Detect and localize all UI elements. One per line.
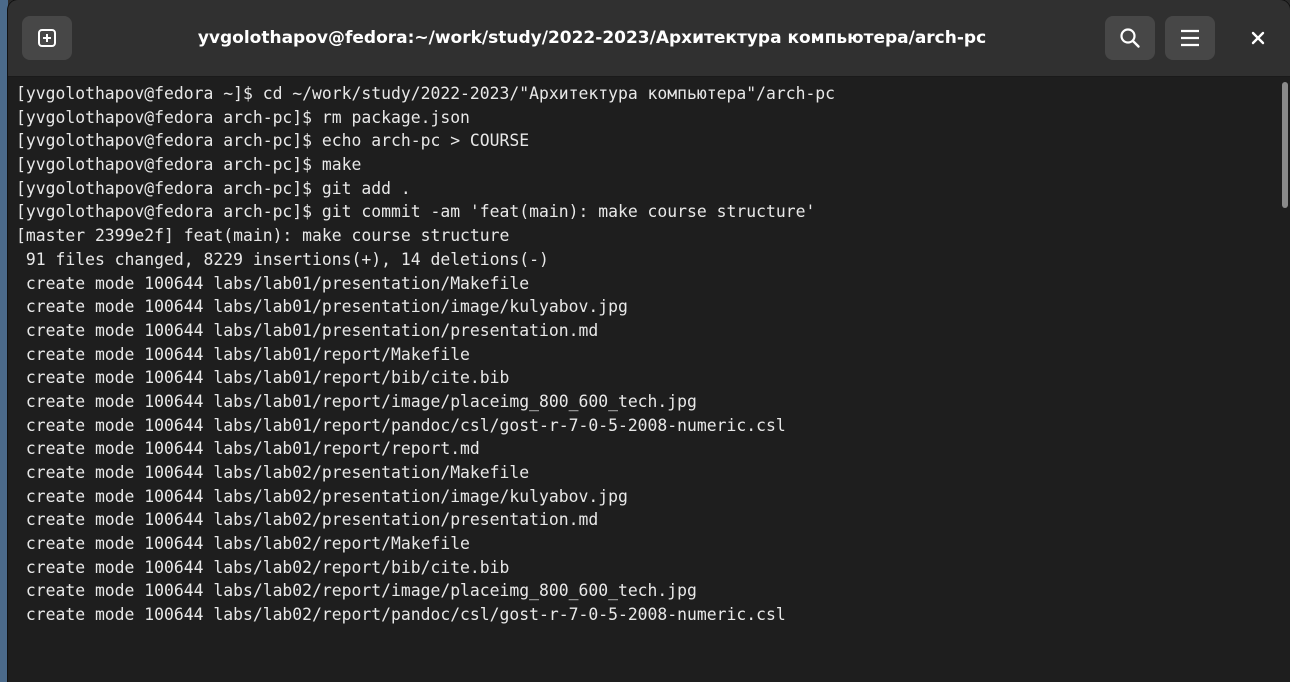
terminal-line: create mode 100644 labs/lab02/report/ima… [16,581,697,601]
terminal-line: create mode 100644 labs/lab02/presentati… [16,486,628,506]
terminal-line: [yvgolothapov@fedora arch-pc]$ echo arch… [16,131,530,151]
terminal-line: create mode 100644 labs/lab01/presentati… [16,273,530,293]
terminal-line: [master 2399e2f] feat(main): make course… [16,226,510,246]
terminal-window: yvgolothapov@fedora:~/work/study/2022-20… [8,0,1290,682]
terminal-line: create mode 100644 labs/lab01/report/ima… [16,391,697,411]
terminal-output[interactable]: [yvgolothapov@fedora ~]$ cd ~/work/study… [8,77,1280,682]
terminal-line: create mode 100644 labs/lab02/report/bib… [16,557,510,577]
terminal-line: create mode 100644 labs/lab02/presentati… [16,463,530,482]
terminal-line: create mode 100644 labs/lab01/presentati… [16,297,628,317]
menu-button[interactable] [1165,16,1215,60]
desktop-background [0,0,8,682]
scrollbar-thumb[interactable] [1282,82,1288,208]
hamburger-menu-icon [1181,29,1199,47]
terminal-line: 91 files changed, 8229 insertions(+), 14… [16,249,549,269]
search-icon [1120,28,1140,48]
terminal-line: create mode 100644 labs/lab01/report/rep… [16,439,480,459]
terminal-line: create mode 100644 labs/lab02/report/Mak… [16,534,470,554]
terminal-line: create mode 100644 labs/lab01/presentati… [16,320,599,340]
terminal-line: create mode 100644 labs/lab02/report/pan… [16,605,786,625]
terminal-line: [yvgolothapov@fedora arch-pc]$ git add . [16,178,411,198]
terminal-line: create mode 100644 labs/lab01/report/pan… [16,415,786,435]
terminal-line: [yvgolothapov@fedora arch-pc]$ git commi… [16,202,816,222]
window-titlebar[interactable]: yvgolothapov@fedora:~/work/study/2022-20… [8,0,1290,77]
terminal-line: [yvgolothapov@fedora ~]$ cd ~/work/study… [16,84,836,103]
search-button[interactable] [1105,16,1155,60]
terminal-line: [yvgolothapov@fedora arch-pc]$ rm packag… [16,107,470,127]
window-title: yvgolothapov@fedora:~/work/study/2022-20… [197,28,987,48]
terminal-line: create mode 100644 labs/lab02/presentati… [16,510,599,530]
close-button[interactable] [1236,16,1280,60]
vertical-scrollbar[interactable] [1280,77,1290,682]
terminal-line: create mode 100644 labs/lab01/report/Mak… [16,344,470,364]
terminal-line: [yvgolothapov@fedora arch-pc]$ make [16,155,362,175]
new-tab-button[interactable] [22,16,72,60]
new-tab-icon [38,29,56,47]
terminal-line: create mode 100644 labs/lab01/report/bib… [16,368,510,388]
close-icon [1251,31,1265,45]
